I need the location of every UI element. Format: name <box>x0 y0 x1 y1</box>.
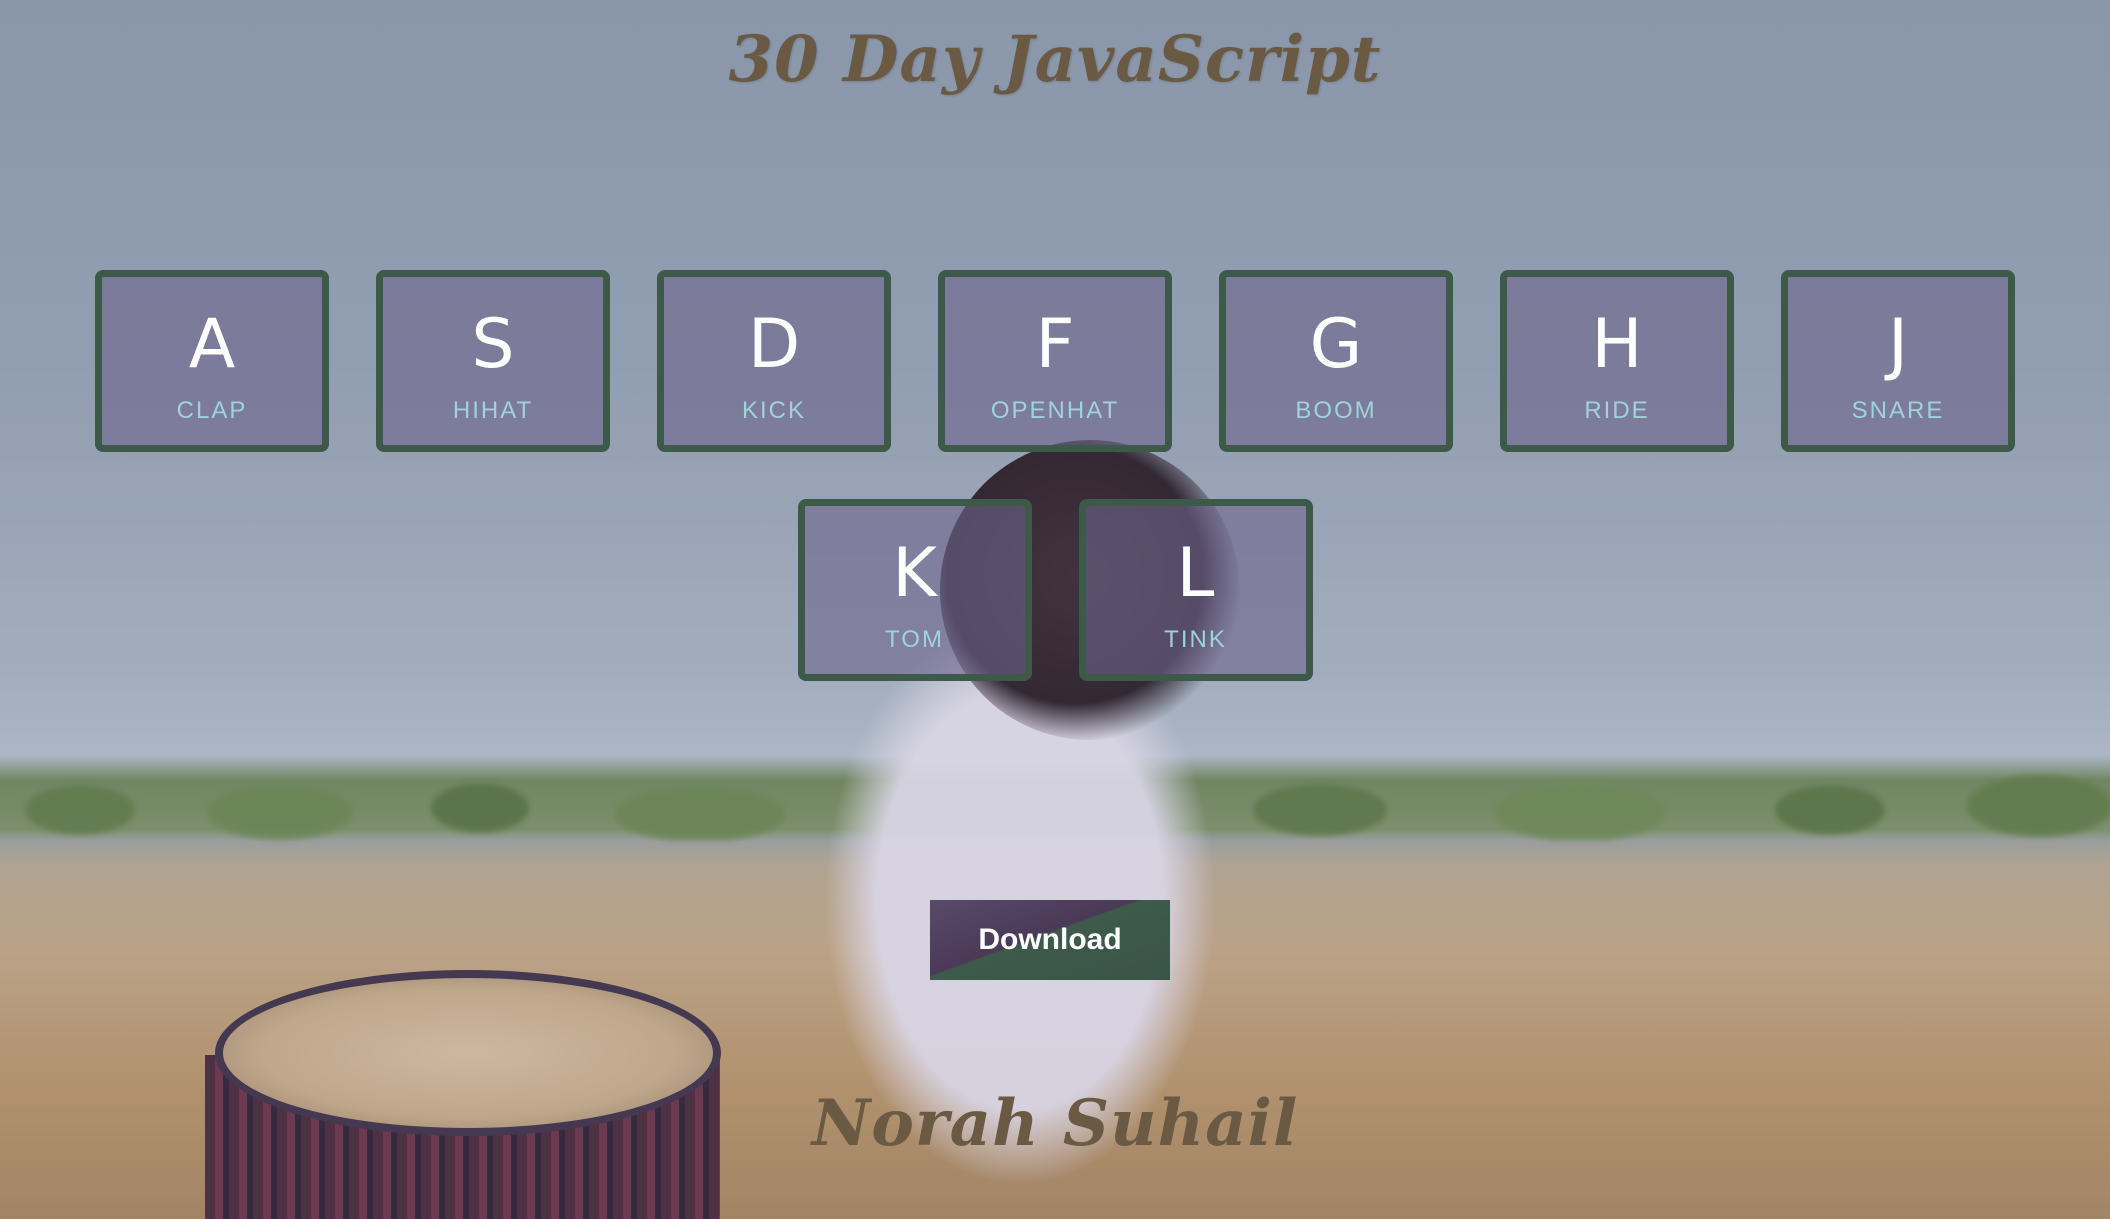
key-letter: H <box>1591 305 1643 384</box>
key-sound-label: HIHAT <box>452 397 534 424</box>
key-letter: D <box>747 305 801 384</box>
key-j[interactable]: J SNARE <box>1781 270 2015 452</box>
key-sound-label: SNARE <box>1851 397 1945 424</box>
key-l[interactable]: L TINK <box>1078 499 1313 681</box>
download-button[interactable]: Download <box>930 900 1170 980</box>
key-sound-label: CLAP <box>176 397 248 424</box>
drum-keys: A CLAP S HIHAT D KICK F OPENHAT G BOOM H… <box>0 270 2110 681</box>
key-letter: G <box>1309 305 1363 384</box>
key-sound-label: TINK <box>1164 626 1227 653</box>
key-sound-label: TOM <box>885 626 944 653</box>
key-k[interactable]: K TOM <box>797 499 1032 681</box>
key-letter: J <box>1887 305 1909 384</box>
author-signature: Norah Suhail <box>811 1086 1299 1161</box>
key-sound-label: OPENHAT <box>990 397 1120 424</box>
key-a[interactable]: A CLAP <box>95 270 329 452</box>
key-sound-label: BOOM <box>1295 397 1377 424</box>
key-letter: K <box>892 534 937 613</box>
key-letter: F <box>1035 305 1075 384</box>
key-letter: L <box>1176 534 1215 613</box>
key-sound-label: RIDE <box>1584 397 1650 424</box>
key-h[interactable]: H RIDE <box>1500 270 1734 452</box>
key-g[interactable]: G BOOM <box>1219 270 1453 452</box>
page-title: 30 Day JavaScript <box>728 22 1382 97</box>
key-letter: A <box>188 305 236 384</box>
key-letter: S <box>471 305 515 384</box>
key-d[interactable]: D KICK <box>657 270 891 452</box>
key-sound-label: KICK <box>741 397 806 424</box>
key-s[interactable]: S HIHAT <box>376 270 610 452</box>
key-f[interactable]: F OPENHAT <box>938 270 1172 452</box>
